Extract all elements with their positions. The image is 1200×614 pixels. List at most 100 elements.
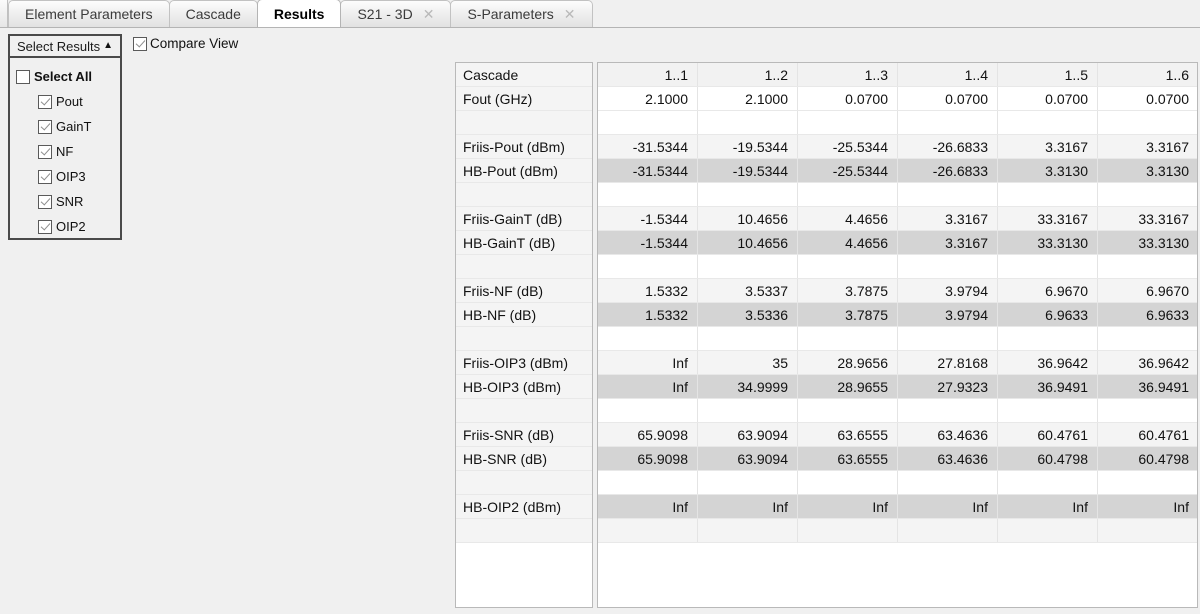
table-cell [1098, 255, 1198, 278]
select-results-button[interactable]: Select Results ▲ [8, 34, 122, 58]
table-cell: -31.5344 [598, 135, 698, 158]
table-cell: 36.9642 [1098, 351, 1198, 374]
table-row[interactable] [598, 111, 1197, 135]
table-row[interactable]: -31.5344-19.5344-25.5344-26.68333.31303.… [598, 159, 1197, 183]
result-options-list: PoutGainT NF OIP3SNR OIP2 [10, 89, 120, 239]
table-row[interactable] [598, 519, 1197, 543]
row-label: HB-OIP3 (dBm) [456, 375, 592, 399]
table-cell: 3.3167 [898, 207, 998, 230]
tab-s-parameters[interactable]: S-Parameters✕ [450, 0, 592, 27]
checkbox-icon[interactable] [38, 220, 52, 234]
table-cell [1098, 519, 1198, 542]
tab-s21-3d[interactable]: S21 - 3D ✕ [340, 0, 451, 27]
select-all-check-icon[interactable] [16, 70, 30, 84]
table-cell [798, 519, 898, 542]
table-cell: 33.3130 [1098, 231, 1198, 254]
table-row[interactable] [598, 183, 1197, 207]
select-all-label: Select All [34, 69, 92, 84]
result-option-snr[interactable]: SNR [10, 189, 120, 214]
table-cell: -19.5344 [698, 159, 798, 182]
table-row[interactable]: 65.909863.909463.655563.463660.479860.47… [598, 447, 1197, 471]
table-cell [998, 111, 1098, 134]
table-cell: 33.3167 [998, 207, 1098, 230]
table-cell: 60.4798 [1098, 447, 1198, 470]
table-cell: 3.7875 [798, 279, 898, 302]
table-cell [898, 183, 998, 206]
compare-view-checkbox[interactable]: Compare View [133, 36, 238, 51]
row-label: HB-OIP2 (dBm) [456, 495, 592, 519]
table-row[interactable] [598, 471, 1197, 495]
table-cell [998, 471, 1098, 494]
row-label-spacer [456, 471, 592, 495]
table-cell: Inf [598, 375, 698, 398]
table-cell: 60.4798 [998, 447, 1098, 470]
row-label-spacer [456, 255, 592, 279]
tab-label: S21 - 3D [357, 7, 412, 21]
column-header-cell: 1..4 [898, 63, 998, 86]
checkbox-icon[interactable] [38, 145, 52, 159]
table-cell: 10.4656 [698, 207, 798, 230]
data-row-list: 1..11..21..31..41..51..62.10002.10000.07… [598, 63, 1197, 607]
table-cell [798, 327, 898, 350]
table-cell: 36.9491 [998, 375, 1098, 398]
result-option-gaint[interactable]: GainT [10, 114, 120, 139]
table-cell: 3.3130 [1098, 159, 1198, 182]
checkbox-icon[interactable] [38, 95, 52, 109]
table-cell [698, 255, 798, 278]
results-data-grid[interactable]: 1..11..21..31..41..51..62.10002.10000.07… [597, 62, 1198, 608]
table-cell [598, 519, 698, 542]
table-row[interactable] [598, 327, 1197, 351]
tab-results[interactable]: Results [257, 0, 342, 27]
table-cell: 3.5337 [698, 279, 798, 302]
result-option-label: NF [56, 144, 73, 159]
table-cell: 35 [698, 351, 798, 374]
table-cell [1098, 399, 1198, 422]
compare-view-check-icon[interactable] [133, 37, 147, 51]
result-option-nf[interactable]: NF [10, 139, 120, 164]
table-cell [798, 183, 898, 206]
table-row[interactable]: 2.10002.10000.07000.07000.07000.0700 [598, 87, 1197, 111]
result-option-pout[interactable]: Pout [10, 89, 120, 114]
table-cell: Inf [798, 495, 898, 518]
checkbox-icon[interactable] [38, 195, 52, 209]
table-row[interactable]: -31.5344-19.5344-25.5344-26.68333.31673.… [598, 135, 1197, 159]
table-cell: 63.4636 [898, 447, 998, 470]
table-row[interactable]: -1.534410.46564.46563.316733.316733.3167 [598, 207, 1197, 231]
close-icon[interactable]: ✕ [564, 7, 576, 21]
table-cell: -26.6833 [898, 159, 998, 182]
table-row[interactable]: Inf3528.965627.816836.964236.9642 [598, 351, 1197, 375]
checkbox-icon[interactable] [38, 170, 52, 184]
table-row[interactable] [598, 399, 1197, 423]
table-row[interactable]: 1.53323.53373.78753.97946.96706.9670 [598, 279, 1197, 303]
tab-element-parameters[interactable]: Element Parameters [8, 0, 170, 27]
column-header-cell: 1..1 [598, 63, 698, 86]
column-header-cell: 1..3 [798, 63, 898, 86]
table-cell [598, 399, 698, 422]
tab-label: Cascade [186, 7, 241, 21]
table-cell [898, 327, 998, 350]
table-cell: Inf [898, 495, 998, 518]
table-row[interactable]: -1.534410.46564.46563.316733.313033.3130 [598, 231, 1197, 255]
select-all-row[interactable]: Select All [10, 64, 120, 89]
result-option-oip3[interactable]: OIP3 [10, 164, 120, 189]
table-cell [998, 183, 1098, 206]
table-row[interactable]: InfInfInfInfInfInf [598, 495, 1197, 519]
checkbox-icon[interactable] [38, 120, 52, 134]
result-option-label: OIP2 [56, 219, 86, 234]
table-row[interactable]: 65.909863.909463.655563.463660.476160.47… [598, 423, 1197, 447]
table-cell [698, 111, 798, 134]
table-cell: 63.9094 [698, 423, 798, 446]
tab-cascade[interactable]: Cascade [169, 0, 258, 27]
table-row[interactable]: 1.53323.53363.78753.97946.96336.9633 [598, 303, 1197, 327]
result-option-oip2[interactable]: OIP2 [10, 214, 120, 239]
table-cell [598, 327, 698, 350]
row-label-list: CascadeFout (GHz)Friis-Pout (dBm)HB-Pout… [456, 63, 592, 607]
table-cell [698, 183, 798, 206]
table-cell [698, 519, 798, 542]
close-icon[interactable]: ✕ [423, 7, 435, 21]
table-cell: 60.4761 [998, 423, 1098, 446]
table-row[interactable] [598, 255, 1197, 279]
table-row[interactable]: Inf34.999928.965527.932336.949136.9491 [598, 375, 1197, 399]
table-cell: 4.4656 [798, 207, 898, 230]
results-row-label-column[interactable]: CascadeFout (GHz)Friis-Pout (dBm)HB-Pout… [455, 62, 593, 608]
